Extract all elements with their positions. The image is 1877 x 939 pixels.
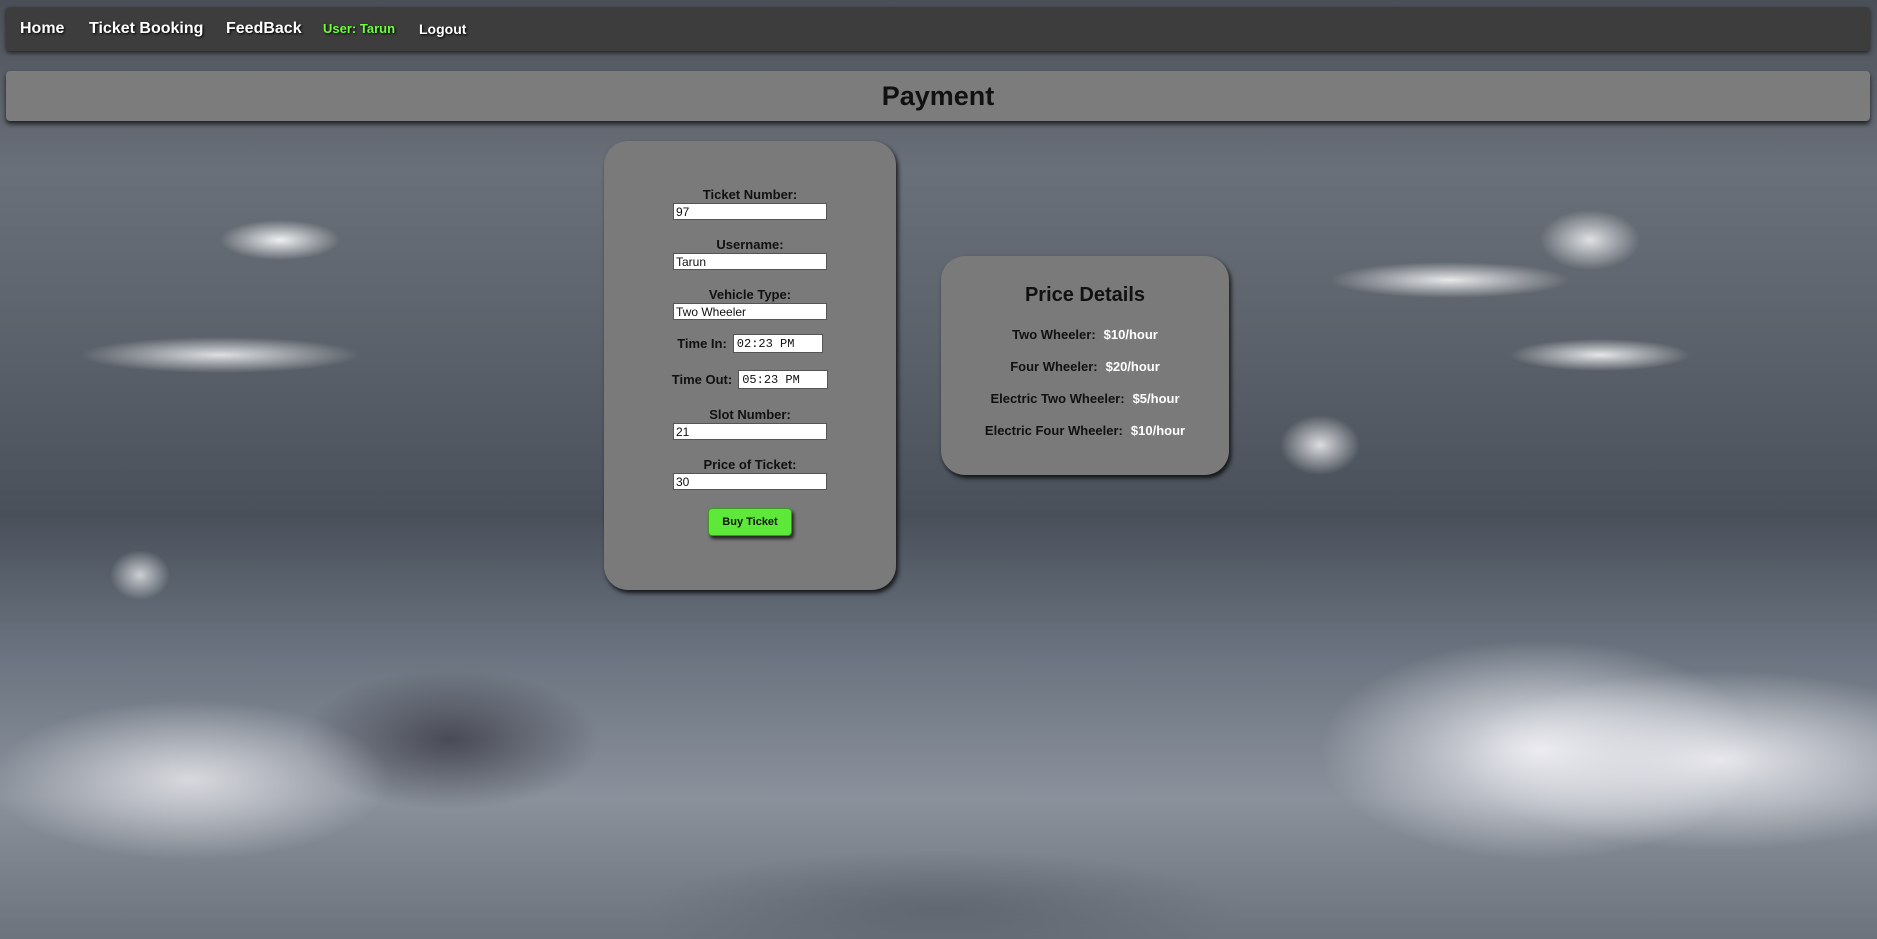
slot-number-label: Slot Number:	[709, 407, 791, 422]
user-name: Tarun	[359, 21, 396, 36]
price-type: Electric Two Wheeler:	[990, 391, 1125, 406]
vehicle-type-input[interactable]	[673, 303, 827, 320]
current-user-indicator: User: Tarun	[323, 21, 395, 36]
price-rate: $10/hour	[1130, 423, 1186, 438]
price-row-two-wheeler: Two Wheeler: $10/hour	[941, 327, 1229, 342]
username-input[interactable]	[673, 253, 827, 270]
price-input[interactable]	[673, 473, 827, 490]
nav-logout-link[interactable]: Logout	[419, 21, 466, 37]
ticket-number-field: Ticket Number:	[604, 187, 896, 220]
payment-form-card: Ticket Number: Username: Vehicle Type: T…	[604, 141, 896, 590]
ticket-number-input[interactable]	[673, 203, 827, 220]
nav-feedback-link[interactable]: FeedBack	[226, 20, 302, 38]
nav-home-link[interactable]: Home	[20, 20, 64, 38]
nav-ticket-booking-link[interactable]: Ticket Booking	[89, 20, 203, 38]
price-row-electric-two-wheeler: Electric Two Wheeler: $5/hour	[941, 391, 1229, 406]
price-row-four-wheeler: Four Wheeler: $20/hour	[941, 359, 1229, 374]
time-in-label: Time In:	[677, 336, 727, 351]
time-in-input[interactable]	[732, 334, 823, 353]
time-in-field: Time In:	[604, 334, 896, 353]
price-rate: $5/hour	[1132, 391, 1180, 406]
price-field: Price of Ticket:	[604, 457, 896, 490]
price-type: Electric Four Wheeler:	[984, 423, 1123, 438]
vehicle-type-field: Vehicle Type:	[604, 287, 896, 320]
slot-number-input[interactable]	[673, 423, 827, 440]
ticket-number-label: Ticket Number:	[702, 187, 798, 202]
price-rate: $20/hour	[1105, 359, 1160, 374]
buy-ticket-button[interactable]: Buy Ticket	[708, 508, 792, 536]
price-type: Two Wheeler:	[1012, 327, 1096, 342]
time-out-label: Time Out:	[671, 372, 733, 387]
top-navbar: Home Ticket Booking FeedBack User: Tarun…	[6, 7, 1870, 51]
slot-number-field: Slot Number:	[604, 407, 896, 440]
page-header: Payment	[6, 71, 1870, 121]
price-details-card: Price Details Two Wheeler: $10/hour Four …	[941, 256, 1229, 475]
price-label: Price of Ticket:	[703, 457, 797, 472]
vehicle-type-label: Vehicle Type:	[708, 287, 792, 302]
time-out-input[interactable]	[738, 370, 829, 389]
price-type: Four Wheeler:	[1010, 359, 1098, 374]
time-out-field: Time Out:	[604, 370, 896, 389]
user-label: User:	[323, 21, 357, 36]
username-label: Username:	[716, 237, 784, 252]
price-details-title: Price Details	[1024, 284, 1146, 306]
page-title: Payment	[881, 81, 995, 111]
price-rate: $10/hour	[1103, 327, 1158, 342]
username-field: Username:	[604, 237, 896, 270]
price-row-electric-four-wheeler: Electric Four Wheeler: $10/hour	[941, 423, 1229, 438]
